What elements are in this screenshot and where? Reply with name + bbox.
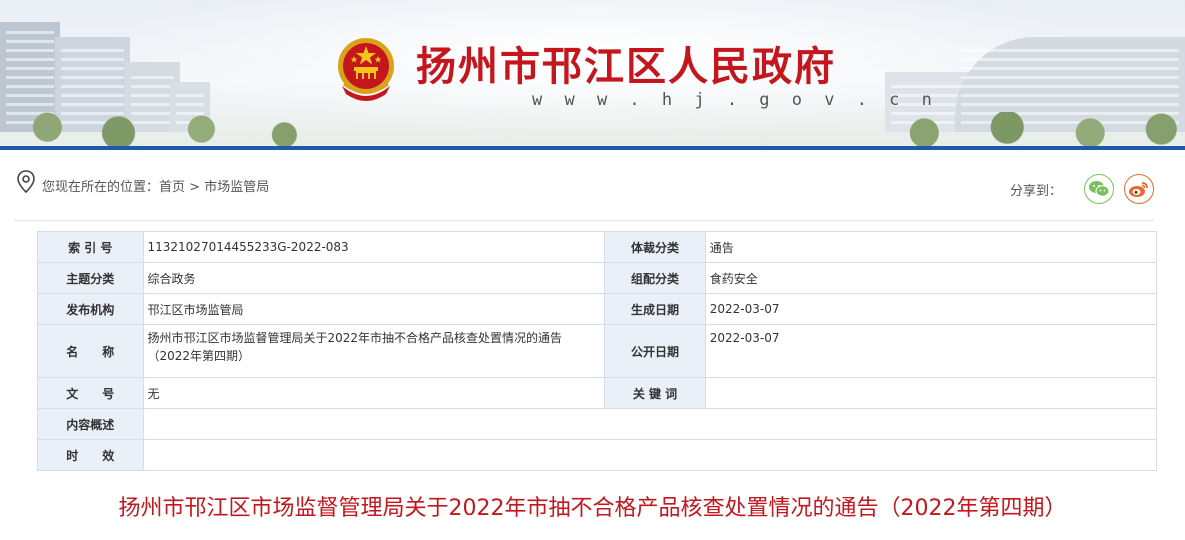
- document-info-table: 索 引 号 11321027014455233G-2022-083 体裁分类 通…: [37, 231, 1158, 471]
- wechat-icon: [1089, 181, 1110, 197]
- share-wechat-button[interactable]: [1084, 174, 1114, 204]
- location-pin-icon: [17, 170, 35, 194]
- genre-value: 通告: [704, 231, 1158, 263]
- public-date-value: 2022-03-07: [704, 324, 1158, 378]
- table-row: 内容概述: [37, 408, 1157, 440]
- document-number-value: 无: [142, 377, 606, 409]
- location-bar: 您现在所在的位置：首页 > 市场监管局 分享到：: [14, 150, 1154, 221]
- genre-label: 体裁分类: [604, 231, 706, 263]
- org-class-label: 组配分类: [604, 262, 706, 294]
- share-weibo-button[interactable]: [1124, 174, 1154, 204]
- keywords-label: 关 键 词: [604, 377, 706, 409]
- banner-trees: [0, 112, 1185, 150]
- index-number-label: 索 引 号: [37, 231, 144, 263]
- publisher-label: 发布机构: [37, 293, 144, 325]
- org-class-value: 食药安全: [704, 262, 1158, 294]
- table-row: 主题分类 综合政务 组配分类 食药安全: [37, 262, 1158, 294]
- site-url[interactable]: w w w . h j . g o v . c n: [532, 90, 938, 110]
- site-title[interactable]: 扬州市邗江区人民政府: [416, 34, 836, 92]
- summary-label: 内容概述: [37, 408, 144, 440]
- publisher-value: 邗江区市场监管局: [142, 293, 606, 325]
- share-label: 分享到：: [1009, 183, 1062, 199]
- document-number-label: 文 号: [37, 377, 144, 409]
- table-row: 名 称 扬州市邗江区市场监督管理局关于2022年市抽不合格产品核查处置情况的通告…: [37, 324, 1158, 378]
- breadcrumb-current-link[interactable]: 市场监管局: [204, 180, 269, 195]
- weibo-icon: [1129, 182, 1148, 197]
- table-row: 发布机构 邗江区市场监管局 生成日期 2022-03-07: [37, 293, 1158, 325]
- index-number-value: 11321027014455233G-2022-083: [142, 231, 606, 263]
- name-label: 名 称: [37, 324, 144, 378]
- created-date-value: 2022-03-07: [704, 293, 1158, 325]
- table-row: 时 效: [37, 439, 1157, 471]
- share-bar: 分享到：: [1010, 172, 1154, 206]
- keywords-value: [704, 377, 1158, 409]
- article-title: 扬州市邗江区市场监督管理局关于2022年市抽不合格产品核查处置情况的通告（202…: [118, 496, 1067, 521]
- created-date-label: 生成日期: [604, 293, 706, 325]
- breadcrumb: 您现在所在的位置：首页 > 市场监管局: [42, 176, 269, 195]
- public-date-label: 公开日期: [604, 324, 706, 378]
- breadcrumb-home-link[interactable]: 首页: [159, 180, 185, 195]
- table-row: 索 引 号 11321027014455233G-2022-083 体裁分类 通…: [37, 231, 1158, 263]
- validity-value: [142, 439, 1157, 471]
- summary-value: [142, 408, 1157, 440]
- name-value: 扬州市邗江区市场监督管理局关于2022年市抽不合格产品核查处置情况的通告（202…: [142, 324, 606, 378]
- breadcrumb-prefix: 您现在所在的位置：: [42, 180, 160, 195]
- national-emblem-icon: [338, 38, 394, 101]
- topic-label: 主题分类: [37, 262, 144, 294]
- validity-label: 时 效: [37, 439, 144, 471]
- header-banner: 扬州市邗江区人民政府 w w w . h j . g o v . c n: [0, 0, 1185, 150]
- topic-value: 综合政务: [142, 262, 606, 294]
- breadcrumb-separator: >: [185, 180, 205, 195]
- table-row: 文 号 无 关 键 词: [37, 377, 1158, 409]
